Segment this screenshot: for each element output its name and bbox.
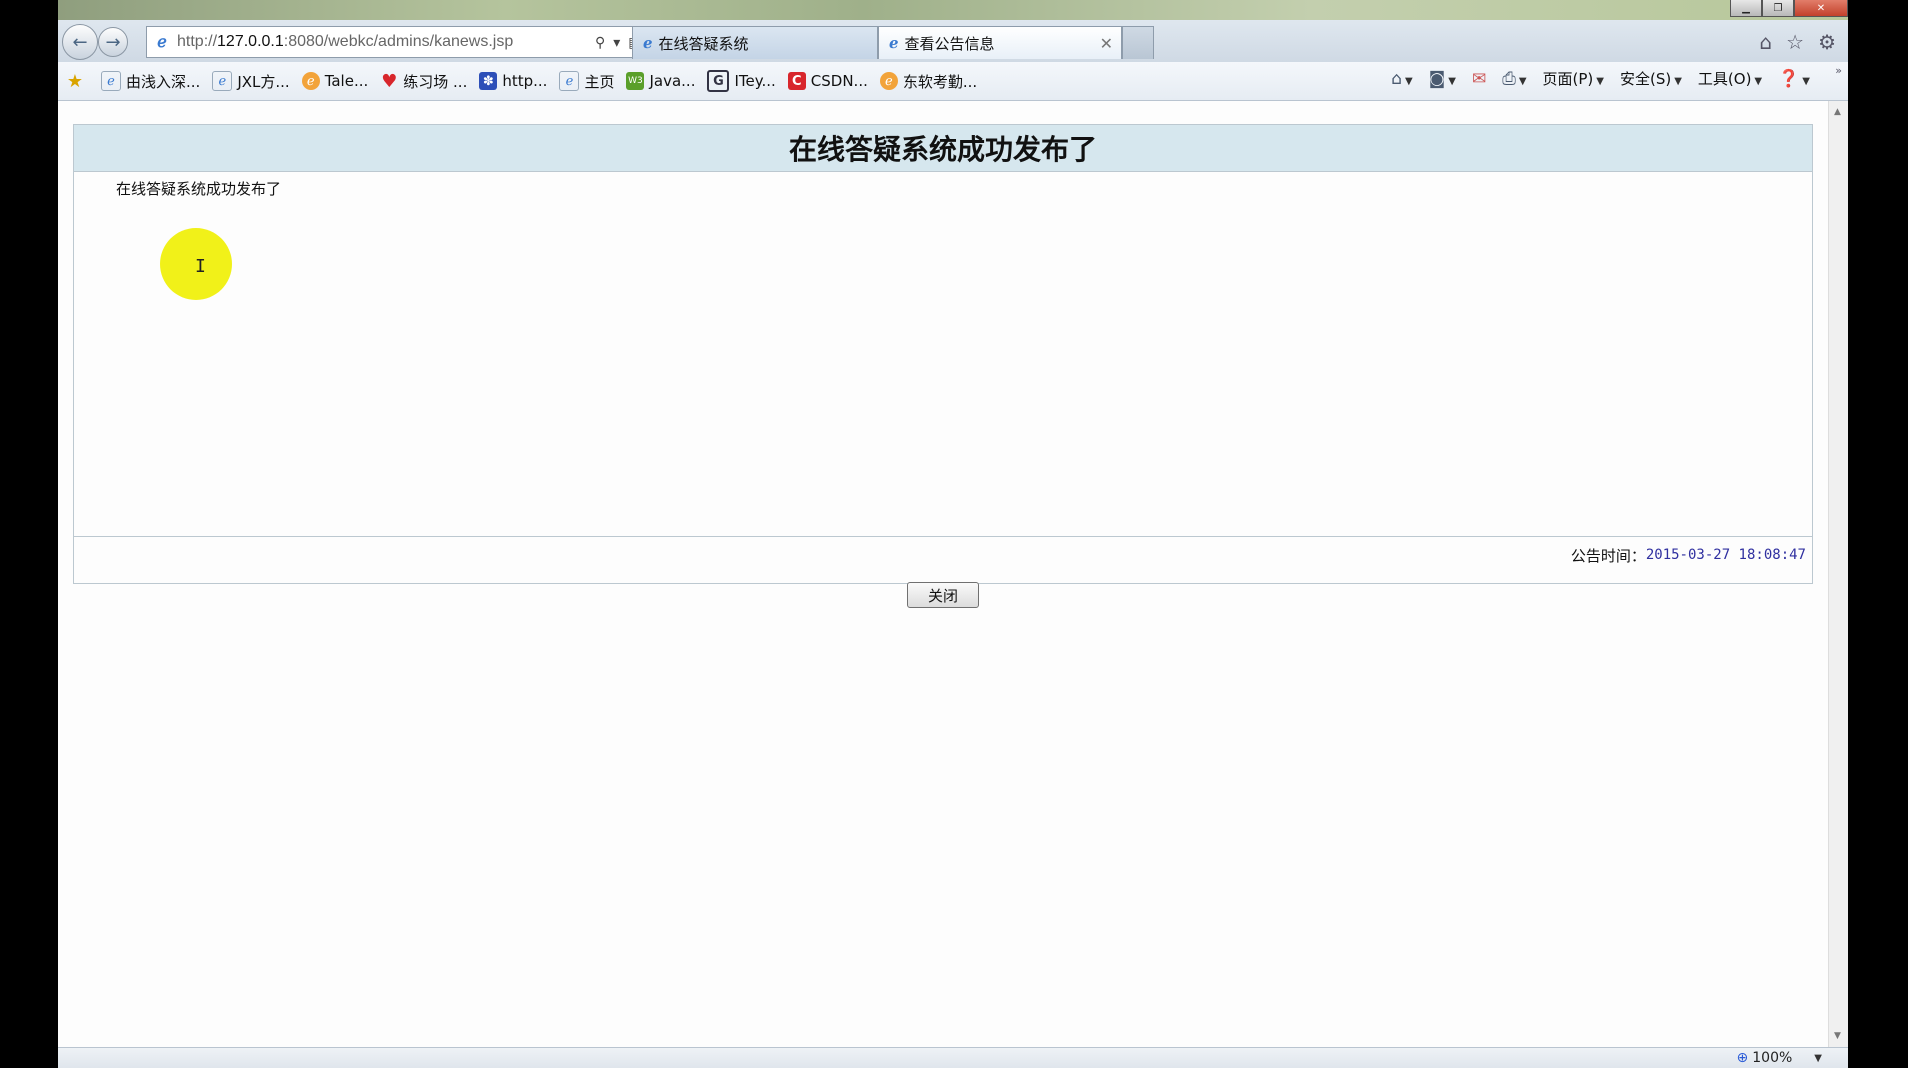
printer-icon: ⎙ [1502, 68, 1516, 89]
favorite-label: Java... [649, 72, 696, 90]
notice-time-label: 公告时间： [1570, 546, 1646, 565]
ie-page-icon: ℯ [559, 71, 580, 91]
url-host: 127.0.0.1 [217, 33, 284, 50]
maximize-button[interactable]: ❐ [1762, 0, 1794, 17]
rss-icon: ◙ [1428, 68, 1446, 89]
close-window-button[interactable]: ✕ [1794, 0, 1848, 17]
status-bar: ⊕ 100% ▼ [58, 1047, 1848, 1068]
tab-online-qa[interactable]: ℯ 在线答疑系统 [632, 26, 878, 59]
home-menu[interactable]: ⌂ ▼ [1391, 69, 1413, 89]
zoom-level: 100% [1752, 1050, 1793, 1066]
back-button[interactable]: ← [62, 24, 98, 60]
favorite-label: 练习场 ... [403, 72, 468, 91]
address-url[interactable]: http://127.0.0.1:8080/webkc/admins/kanew… [177, 33, 595, 51]
vertical-scrollbar[interactable]: ▲ ▼ [1828, 101, 1848, 1047]
favorite-label: Tale... [324, 72, 369, 90]
favorite-link[interactable]: ℯ 由浅入深... [101, 71, 200, 92]
favorite-link[interactable]: G ITey... [707, 70, 776, 92]
browser-right-icons: ⌂ ☆ ⚙ [1759, 30, 1836, 54]
safety-menu[interactable]: 安全(S) ▼ [1620, 68, 1682, 89]
url-prefix: http:// [177, 33, 218, 50]
heart-icon: ♥ [381, 70, 398, 92]
search-icon[interactable]: ⚲ [595, 34, 605, 51]
favorite-label: 由浅入深... [126, 72, 201, 91]
zoom-icon: ⊕ [1736, 1050, 1749, 1066]
new-tab-button[interactable] [1122, 26, 1154, 59]
forward-arrow-icon: → [105, 31, 121, 53]
tab-view-notice[interactable]: ℯ 查看公告信息 ✕ [878, 26, 1122, 59]
notice-time-value: 2015-03-27 18:08:47 [1645, 547, 1806, 563]
favorite-label: JXL方... [237, 72, 290, 91]
notice-panel: 在线答疑系统成功发布了 在线答疑系统成功发布了 I 公告时间： 2015-03-… [73, 124, 1813, 584]
favorites-star-icon[interactable]: ☆ [1786, 30, 1804, 54]
favorite-label: http... [502, 72, 548, 90]
close-tab-icon[interactable]: ✕ [1100, 34, 1113, 53]
favorite-link[interactable]: ℯ 东软考勤... [879, 71, 978, 92]
text-cursor-icon: I [195, 256, 206, 277]
baidu-paw-icon: ✽ [479, 72, 498, 90]
safety-menu-label: 安全(S) [1619, 70, 1672, 88]
iteye-icon: G [707, 70, 730, 92]
minimize-button[interactable]: ▁ [1730, 0, 1762, 17]
csdn-icon: C [787, 72, 806, 90]
home-icon[interactable]: ⌂ [1759, 30, 1772, 54]
print-menu[interactable]: ⎙ ▼ [1502, 69, 1526, 89]
gear-icon[interactable]: ⚙ [1818, 30, 1836, 54]
notice-body: 在线答疑系统成功发布了 I [74, 172, 1812, 537]
favorite-link[interactable]: W3 Java... [626, 72, 695, 90]
favorite-link[interactable]: ℯ Tale... [301, 72, 369, 90]
url-path: :8080/webkc/admins/kanews.jsp [283, 33, 514, 50]
favorite-label: CSDN... [810, 72, 868, 90]
notice-footer: 公告时间： 2015-03-27 18:08:47 [74, 537, 1812, 573]
ie-page-icon: ℯ [101, 71, 121, 91]
scroll-up-icon[interactable]: ▲ [1834, 107, 1841, 117]
tools-menu-label: 工具(O) [1697, 70, 1752, 88]
orange-globe-icon: ℯ [301, 72, 320, 90]
favorite-link[interactable]: ♥ 练习场 ... [380, 71, 467, 92]
forward-button[interactable]: → [98, 27, 128, 57]
favorite-label: 主页 [584, 72, 615, 91]
address-bar[interactable]: ℯ http://127.0.0.1:8080/webkc/admins/kan… [146, 26, 688, 58]
notice-title: 在线答疑系统成功发布了 [74, 125, 1812, 172]
w3c-icon: W3 [626, 72, 645, 90]
tab-label: 在线答疑系统 [658, 34, 749, 53]
page-content: 在线答疑系统成功发布了 在线答疑系统成功发布了 I 公告时间： 2015-03-… [58, 101, 1829, 1047]
feeds-menu[interactable]: ◙ ▼ [1429, 69, 1456, 89]
mail-icon: ✉ [1471, 68, 1487, 89]
zoom-control[interactable]: ⊕ 100% ▼ [1737, 1050, 1822, 1066]
favorite-link[interactable]: C CSDN... [787, 72, 868, 90]
dropdown-arrow-icon[interactable]: ▾ [613, 34, 620, 51]
favorites-bar: ★ ℯ 由浅入深... ℯ JXL方... ℯ Tale... ♥ 练习场 ... ✽ h… [58, 62, 1848, 101]
favorite-label: ITey... [734, 72, 776, 90]
ie-page-icon: ℯ [212, 71, 233, 91]
ie-page-icon: ℯ [157, 34, 167, 51]
window-controls: ▁ ❐ ✕ [1730, 0, 1848, 17]
back-arrow-icon: ← [72, 31, 88, 53]
zoom-dropdown-icon[interactable]: ▼ [1814, 1053, 1822, 1064]
browser-window: ▁ ❐ ✕ ← → ℯ http://127.0.0.1:8080/webkc/… [58, 0, 1848, 1068]
favorite-link[interactable]: ✽ http... [479, 72, 547, 90]
help-menu[interactable]: ❓ ▼ [1778, 69, 1810, 89]
scroll-down-icon[interactable]: ▼ [1834, 1031, 1841, 1041]
home-icon: ⌂ [1391, 68, 1403, 89]
favorite-label: 东软考勤... [902, 72, 978, 91]
add-favorites-icon[interactable]: ★ [66, 71, 89, 92]
ie-page-icon: ℯ [643, 34, 653, 52]
chevron-more-icon[interactable]: » [1835, 64, 1842, 77]
notice-content: 在线答疑系统成功发布了 [116, 180, 282, 198]
page-menu-label: 页面(P) [1542, 70, 1594, 88]
cursor-highlight [160, 228, 232, 300]
mail-button[interactable]: ✉ [1472, 69, 1486, 89]
favorite-link[interactable]: ℯ 主页 [559, 71, 614, 92]
help-icon: ❓ [1778, 68, 1800, 89]
page-menu[interactable]: 页面(P) ▼ [1543, 68, 1604, 89]
ie-page-icon: ℯ [889, 34, 899, 52]
command-bar: ⌂ ▼ ◙ ▼ ✉ ⎙ ▼ 页面(P) ▼ 安全(S) ▼ 工具(O) ▼ ❓ ▼ [1391, 68, 1810, 89]
close-button[interactable]: 关闭 [907, 582, 979, 608]
tab-label: 查看公告信息 [904, 34, 995, 53]
orange-globe-icon: ℯ [879, 72, 898, 90]
favorite-link[interactable]: ℯ JXL方... [212, 71, 290, 92]
tools-menu[interactable]: 工具(O) ▼ [1698, 68, 1762, 89]
